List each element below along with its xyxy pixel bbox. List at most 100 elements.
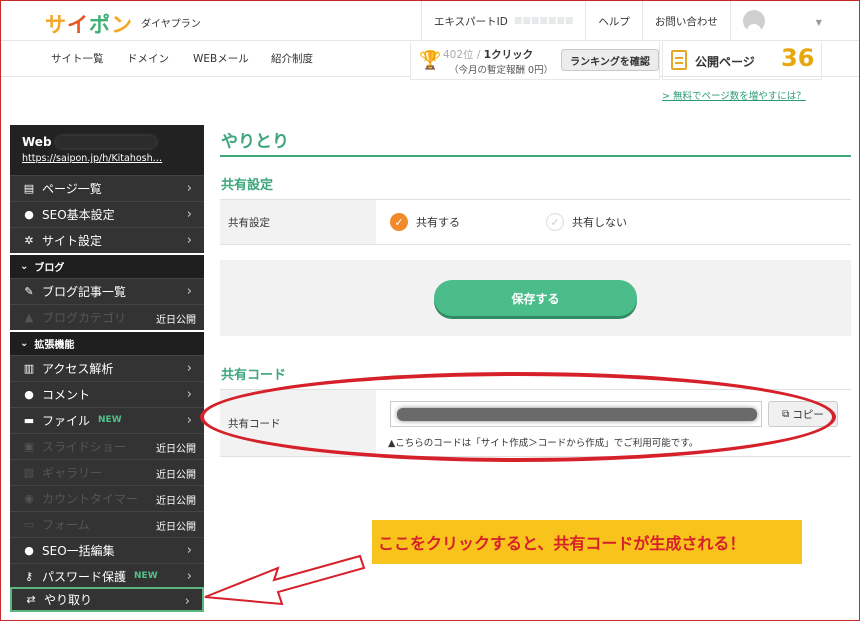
section-header-extensions[interactable]: ⌄ 拡張機能 — [10, 330, 204, 355]
chevron-right-icon: › — [186, 543, 192, 558]
sidebar-item-label: アクセス解析 — [42, 361, 114, 376]
sidebar-item-blog-posts[interactable]: ✎ ブログ記事一覧 › — [10, 278, 204, 303]
sidebar-item-count-timer: ◉ カウントタイマー 近日公開 — [10, 485, 204, 510]
expert-id-value-blurred: ■■■■■■■ — [513, 16, 574, 26]
save-button[interactable]: 保存する — [434, 280, 637, 316]
globe-icon: ● — [24, 207, 34, 221]
sidebar-item-label: カウントタイマー — [42, 491, 139, 506]
contact-link[interactable]: お問い合わせ — [641, 1, 730, 41]
chevron-right-icon: › — [186, 181, 192, 196]
trophy-icon: 🏆 — [419, 50, 442, 71]
logo-char: サ — [45, 13, 67, 37]
rank-text: 402位 / 1クリック — [443, 47, 533, 62]
sidebar-item-blog-category: ▲ ブログカテゴリ 近日公開 — [10, 304, 204, 329]
folder-icon: ▬ — [23, 413, 35, 427]
page-title: やりとり — [220, 127, 851, 157]
share-on-radio[interactable]: ✓ 共有する — [390, 213, 460, 231]
edit-icon: ✎ — [24, 284, 34, 298]
annotation-callout: ここをクリックすると、共有コードが生成される！ — [372, 520, 802, 564]
gear-icon: ✲ — [24, 233, 34, 247]
logo-char: ポ — [89, 13, 111, 37]
chevron-down-icon: ⌄ — [20, 338, 29, 349]
bar-chart-icon: ▥ — [23, 361, 35, 375]
new-badge: NEW — [98, 415, 122, 425]
image-icon: ▨ — [23, 465, 35, 479]
ranking-box: 🏆 402位 / 1クリック （今月の暫定報酬 0円） ランキングを確認 — [410, 42, 660, 80]
site-name-prefix: Web — [22, 135, 52, 149]
sidebar-item-analytics[interactable]: ▥ アクセス解析 › — [10, 355, 204, 380]
sidebar-item-files[interactable]: ▬ ファイル NEW › — [10, 407, 204, 432]
section-label: 拡張機能 — [34, 340, 75, 351]
comment-icon: ● — [24, 387, 34, 401]
new-badge: NEW — [134, 571, 158, 581]
nav-domain[interactable]: ドメイン — [127, 51, 169, 66]
chevron-right-icon: › — [186, 284, 192, 299]
section-header-blog[interactable]: ⌄ ブログ — [10, 253, 204, 278]
chevron-down-icon: ⌄ — [20, 261, 29, 272]
share-off-label: 共有しない — [572, 216, 627, 229]
section-label: ブログ — [34, 263, 65, 274]
sidebar-item-label: SEO一括編集 — [42, 543, 115, 558]
check-ranking-button[interactable]: ランキングを確認 — [561, 49, 659, 71]
sidebar-item-password[interactable]: ⚷ パスワード保護 NEW › — [10, 563, 204, 588]
annotation-arrow — [204, 554, 366, 606]
top-bar: サイポン ダイヤプラン エキスパートID ■■■■■■■ ヘルプ お問い合わせ ▼ — [1, 1, 859, 41]
nav-referral[interactable]: 紹介制度 — [271, 51, 313, 66]
avatar-icon — [742, 10, 765, 32]
coming-soon-label: 近日公開 — [156, 444, 196, 455]
share-settings-row: 共有設定 ✓ 共有する ✓ 共有しない — [220, 199, 851, 245]
sidebar-item-slideshow: ▣ スライドショー 近日公開 — [10, 433, 204, 458]
saipon-logo[interactable]: サイポン — [45, 9, 133, 39]
save-panel: 保存する — [220, 260, 851, 336]
exchange-icon: ⇄ — [26, 593, 36, 606]
sidebar-item-exchange[interactable]: ⇄ やり取り › — [10, 587, 204, 612]
user-menu[interactable]: ▼ — [729, 1, 840, 41]
sidebar-item-label: ブログ記事一覧 — [42, 284, 127, 299]
rank-number: 40 — [443, 49, 457, 61]
plan-name: ダイヤプラン — [141, 19, 201, 30]
public-pages-box: 公開ページ 36 — [662, 42, 822, 80]
expert-id-label: エキスパートID — [434, 15, 508, 28]
site-name-blurred — [55, 136, 156, 148]
sidebar-item-seo[interactable]: ● SEO基本設定 › — [10, 201, 204, 226]
coming-soon-label: 近日公開 — [156, 470, 196, 481]
site-header: Web https://saipon.jp/h/Kitahosh… — [10, 125, 204, 175]
check-icon: ✓ — [546, 213, 564, 231]
public-pages-count: 36 — [781, 44, 815, 72]
help-link[interactable]: ヘルプ — [585, 1, 642, 41]
sidebar-item-label: ブログカテゴリ — [42, 310, 127, 325]
sidebar-item-label: パスワード保護 — [42, 569, 127, 584]
site-name: Web — [22, 135, 192, 149]
nav-webmail[interactable]: WEBメール — [193, 51, 249, 66]
key-icon: ⚷ — [24, 569, 34, 583]
chevron-right-icon: › — [186, 569, 192, 584]
sidebar-item-form: ▭ フォーム 近日公開 — [10, 511, 204, 536]
share-settings-heading: 共有設定 — [221, 178, 274, 193]
sidebar-item-page-list[interactable]: ▤ ページ一覧 › — [10, 175, 204, 200]
logo-char: イ — [67, 13, 89, 37]
form-icon: ▭ — [23, 517, 35, 531]
sidebar-item-label: ファイル — [42, 413, 91, 428]
sidebar-item-label: ギャラリー — [42, 465, 103, 480]
sidebar-item-comments[interactable]: ● コメント › — [10, 381, 204, 406]
logo-char: ン — [111, 13, 133, 37]
sidebar-item-seo-bulk-edit[interactable]: ● SEO一括編集 › — [10, 537, 204, 562]
coming-soon-label: 近日公開 — [156, 315, 196, 326]
click-count: 1クリック — [483, 49, 534, 61]
expert-id[interactable]: エキスパートID ■■■■■■■ — [421, 1, 585, 41]
sidebar-item-label: ページ一覧 — [42, 181, 102, 196]
share-settings-label: 共有設定 — [220, 200, 376, 244]
sidebar-item-site-settings[interactable]: ✲ サイト設定 › — [10, 227, 204, 252]
share-off-radio[interactable]: ✓ 共有しない — [546, 213, 627, 231]
chevron-right-icon: › — [186, 361, 192, 376]
nav-site-list[interactable]: サイト一覧 — [51, 51, 104, 66]
sidebar: Web https://saipon.jp/h/Kitahosh… ▤ ページ一覧… — [10, 125, 204, 612]
sidebar-item-label: コメント — [42, 387, 91, 402]
slideshow-icon: ▣ — [23, 439, 35, 453]
site-url-link[interactable]: https://saipon.jp/h/Kitahosh… — [22, 153, 192, 164]
free-pages-link[interactable]: > 無料でページ数を増やすには？ — [662, 88, 806, 102]
sidebar-item-label: フォーム — [42, 517, 90, 532]
chevron-right-icon: › — [186, 207, 192, 222]
sidebar-item-gallery: ▨ ギャラリー 近日公開 — [10, 459, 204, 484]
document-icon: ▤ — [23, 181, 35, 195]
